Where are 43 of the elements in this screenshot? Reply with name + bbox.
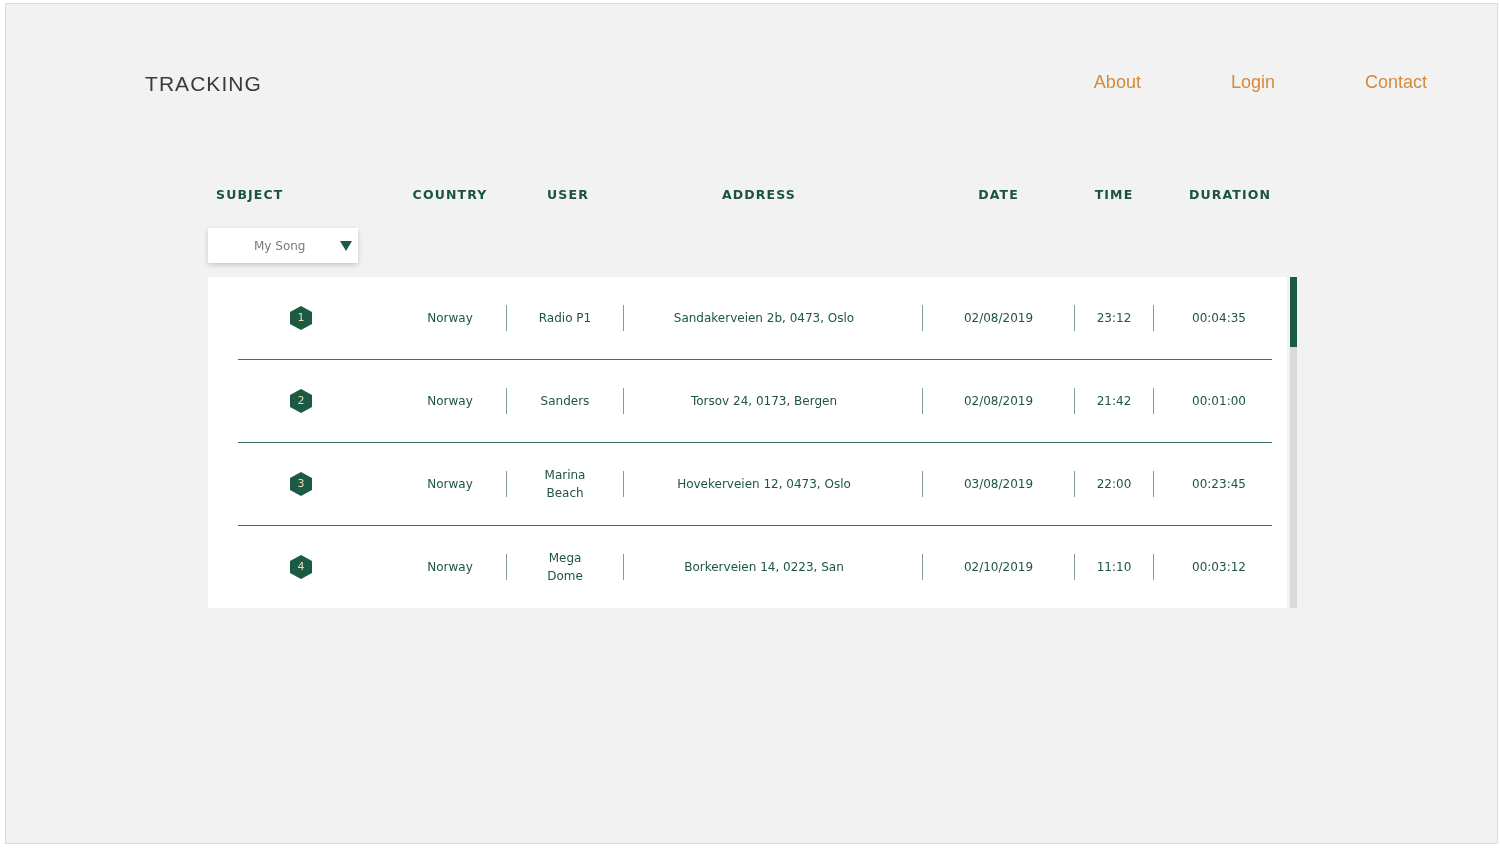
table-cell-text: 21:42 — [1096, 393, 1132, 410]
column-header: ADDRESS — [722, 185, 796, 204]
table-cell-text: Hovekerveien 12, 0473, Oslo — [677, 476, 851, 493]
column-header: USER — [547, 185, 589, 204]
scrollbar-track[interactable] — [1290, 277, 1297, 608]
table-cell-text: 23:12 — [1096, 310, 1132, 327]
table-cell-text: Sandakerveien 2b, 0473, Oslo — [673, 310, 855, 327]
table-cell-text: 03/08/2019 — [963, 476, 1034, 493]
table-cell-text: Mega Dome — [546, 550, 584, 585]
caret-icon — [340, 240, 352, 251]
scrollbar-thumb[interactable] — [1290, 277, 1297, 347]
column-header: TIME — [1094, 185, 1134, 204]
logo-wordmark: TRACKING — [145, 71, 262, 97]
table-cell-text: 11:10 — [1096, 559, 1132, 576]
row-number-badge: 2 — [290, 389, 312, 413]
column-header: COUNTRY — [412, 185, 488, 204]
table-cell-text: Norway — [427, 393, 473, 410]
nav-link[interactable]: Login — [1230, 66, 1275, 98]
table-cell-text: 22:00 — [1096, 476, 1132, 493]
nav-link[interactable]: Contact — [1364, 66, 1427, 98]
table-cell-text: Sanders — [540, 393, 590, 410]
table-cell-text: Radio P1 — [538, 310, 592, 327]
column-header: DATE — [978, 185, 1019, 204]
row-number-badge: 1 — [290, 306, 312, 330]
table-cell-text: 02/08/2019 — [963, 393, 1034, 410]
table-cell-text: 00:23:45 — [1192, 476, 1246, 493]
column-header: DURATION — [1188, 185, 1272, 204]
table-cell-text: Borkerveien 14, 0223, San — [684, 559, 844, 576]
table-cell-text: Norway — [427, 310, 473, 327]
table-cell-text: Norway — [427, 476, 473, 493]
table-cell-text: 02/10/2019 — [963, 559, 1034, 576]
table-cell-text: 02/08/2019 — [963, 310, 1034, 327]
table-cell-text: Torsov 24, 0173, Bergen — [690, 393, 838, 410]
table-cell-text: 00:03:12 — [1192, 559, 1246, 576]
table-cell-text: Marina Beach — [543, 467, 587, 502]
row-number-badge: 4 — [290, 555, 312, 579]
nav-link[interactable]: About — [1093, 66, 1141, 98]
table-cell-text: 00:04:35 — [1192, 310, 1246, 327]
subject-dropdown[interactable]: My Song — [208, 228, 358, 263]
table-cell-text: Norway — [427, 559, 473, 576]
table-cell-text: 00:01:00 — [1192, 393, 1246, 410]
column-header: SUBJECT — [216, 185, 284, 204]
row-number-badge: 3 — [290, 472, 312, 496]
